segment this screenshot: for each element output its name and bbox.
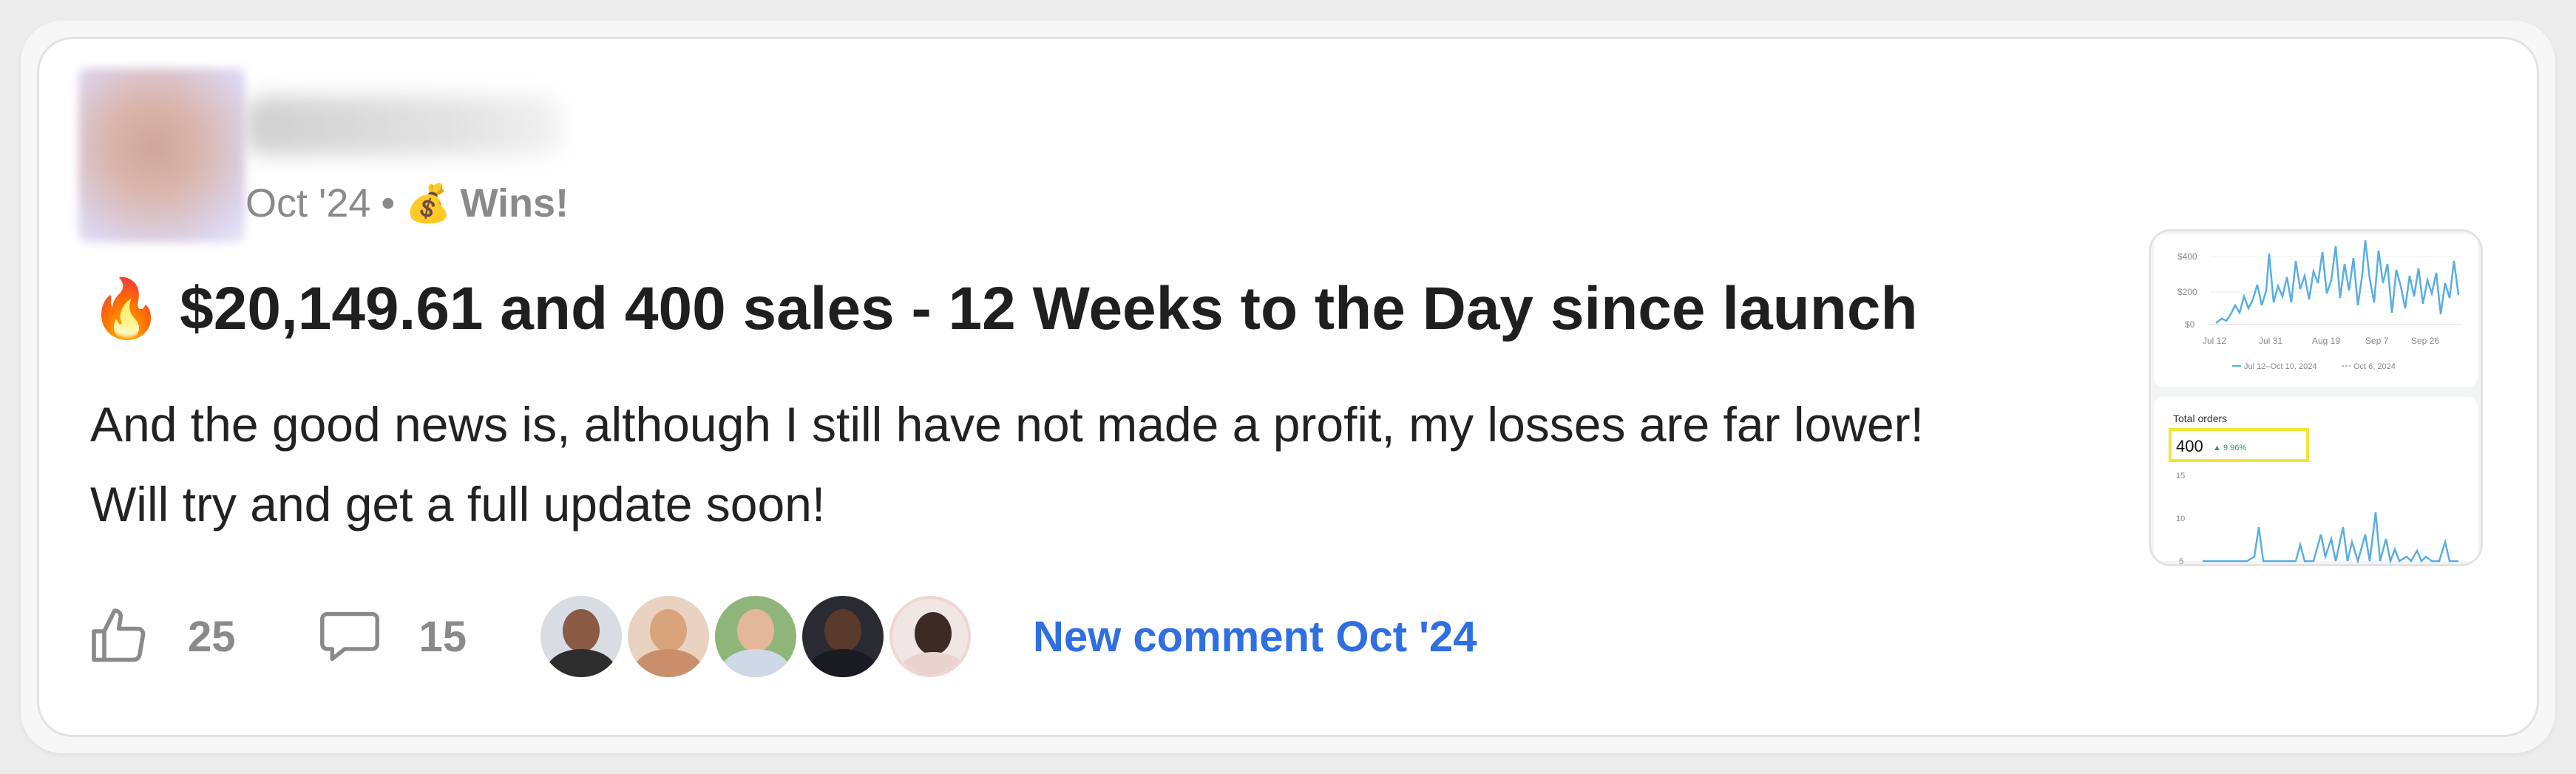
- chart-tick-label: 5: [2179, 557, 2183, 564]
- chart-tick-label: 15: [2176, 472, 2185, 481]
- post-body-line: And the good news is, although I still h…: [90, 397, 1924, 452]
- comment-button[interactable]: 15: [317, 605, 467, 668]
- comment-count: 15: [418, 612, 467, 661]
- commenter-avatars: [540, 596, 977, 677]
- chart-tick-label: Aug 19: [2312, 336, 2340, 346]
- author-avatar[interactable]: [78, 68, 245, 242]
- avatar[interactable]: [628, 596, 710, 677]
- avatar[interactable]: [802, 596, 884, 677]
- avatar[interactable]: [540, 596, 623, 677]
- post-body-line: Will try and get a full update soon!: [90, 477, 826, 532]
- post-title-text[interactable]: $20,149.61 and 400 sales - 12 Weeks to t…: [180, 274, 1917, 344]
- new-comment-link[interactable]: New comment Oct '24: [1033, 612, 1477, 662]
- chart-tick-label: Sep 26: [2411, 336, 2439, 346]
- money-bag-icon: 💰: [405, 182, 452, 224]
- fire-icon: 🔥: [90, 276, 163, 341]
- meta-separator: •: [381, 181, 396, 225]
- chart-tick-label: $200: [2177, 287, 2197, 297]
- chart-tick-label: 10: [2176, 515, 2185, 523]
- analytics-screenshot: $400 $200 $0 Jul 12 Jul 31 Aug 19 Sep 7 …: [2154, 234, 2478, 564]
- legend-label: Jul 12–Oct 10, 2024: [2244, 362, 2316, 371]
- comment-bubble-icon: [319, 611, 379, 662]
- orders-change: ▲ 9.96%: [2213, 444, 2246, 452]
- legend-label: Oct 6, 2024: [2353, 362, 2396, 371]
- chart-tick-label: $400: [2177, 251, 2197, 262]
- post-date: Oct '24: [245, 181, 371, 225]
- chart-tick-label: Jul 31: [2259, 336, 2282, 346]
- author-name-blurred[interactable]: [244, 96, 562, 155]
- orders-value: 400: [2176, 437, 2203, 455]
- orders-label: Total orders: [2173, 413, 2227, 424]
- thumbs-up-icon: [92, 608, 146, 662]
- avatar[interactable]: [715, 596, 797, 677]
- chart-tick-label: Jul 12: [2203, 336, 2226, 346]
- category-label[interactable]: Wins!: [461, 180, 569, 226]
- post-meta: Oct '24 • 💰 Wins!: [245, 177, 569, 229]
- like-button[interactable]: 25: [89, 605, 236, 668]
- chart-tick-label: Sep 7: [2365, 336, 2389, 346]
- post-title[interactable]: 🔥 $20,149.61 and 400 sales - 12 Weeks to…: [90, 272, 1918, 346]
- chart-tick-label: $0: [2185, 319, 2195, 330]
- post-actions-bar: 25 15 New comment Oct '24: [89, 596, 1477, 677]
- post-body: And the good news is, although I still h…: [90, 384, 2131, 544]
- like-count: 25: [188, 612, 236, 661]
- post-image-thumbnail[interactable]: $400 $200 $0 Jul 12 Jul 31 Aug 19 Sep 7 …: [2149, 229, 2483, 566]
- avatar[interactable]: [889, 596, 972, 677]
